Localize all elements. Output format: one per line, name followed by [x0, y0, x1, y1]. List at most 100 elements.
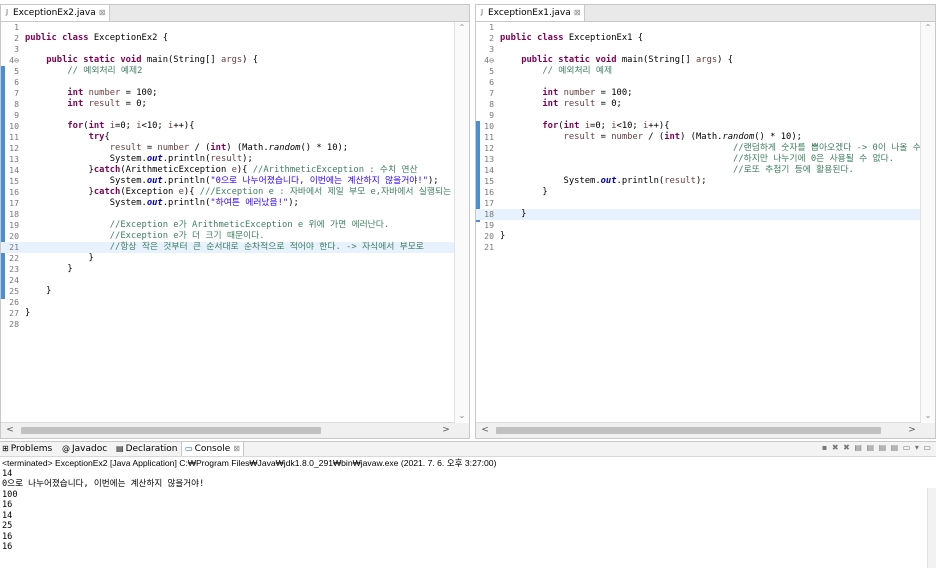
code-line[interactable]: 10 for(int i=0; i<10; i++){	[476, 121, 921, 132]
code-line[interactable]: 16 }catch(Exception e){ ///Exception e :…	[1, 187, 455, 198]
code-line[interactable]: 14 //로또 추첨기 등에 활용된다.	[476, 165, 921, 176]
line-number: 2	[14, 33, 19, 43]
tab-exceptionex1[interactable]: J ExceptionEx1.java ⊠	[476, 5, 586, 21]
declaration-icon: ▤	[116, 444, 124, 453]
scroll-right-icon[interactable]: >	[905, 423, 919, 438]
console-output: <terminated> ExceptionEx2 [Java Applicat…	[2, 458, 936, 553]
code-line[interactable]: 3	[476, 44, 921, 55]
code-line[interactable]: 12 //랜덤하게 숫자를 뽑아오겠다 -> 0이 나올 수도 있음	[476, 143, 921, 154]
tab-declaration[interactable]: ▤ Declaration	[116, 442, 177, 456]
code-line[interactable]: 21 //항상 작은 것부터 큰 순서대로 순차적으로 적어야 한다. -> 자…	[1, 242, 455, 253]
code-line[interactable]: 18	[1, 209, 455, 220]
code-line[interactable]: 2 public class ExceptionEx1 {	[476, 33, 921, 44]
code-line[interactable]: 17	[476, 198, 921, 209]
code-line[interactable]: 3	[1, 44, 455, 55]
code-line[interactable]: 8 int result = 0;	[1, 99, 455, 110]
code-line[interactable]: 5 // 예외처리 예제2	[1, 66, 455, 77]
code-line[interactable]: 8 int result = 0;	[476, 99, 921, 110]
code-text: //랜덤하게 숫자를 뽑아오겠다 -> 0이 나올 수도 있음	[733, 143, 921, 153]
scroll-down-icon[interactable]: ⌄	[455, 410, 469, 422]
code-line[interactable]: 2 public class ExceptionEx2 {	[1, 33, 455, 44]
code-line[interactable]: 21	[476, 242, 921, 253]
line-number: 18	[9, 209, 19, 219]
code-line[interactable]: 18 }	[476, 209, 921, 220]
code-line[interactable]: 9	[476, 110, 921, 121]
code-line[interactable]: 23 }	[1, 264, 455, 275]
code-line[interactable]: 27}	[1, 308, 455, 319]
code-line[interactable]: 12 result = number / (int) (Math.random(…	[1, 143, 455, 154]
code-line[interactable]: 15 System.out.println(result);	[476, 176, 921, 187]
code-line[interactable]: 6	[476, 77, 921, 88]
code-line[interactable]: 17 System.out.println("하여튼 에러났음!");	[1, 198, 455, 209]
vertical-scrollbar[interactable]: ⌃ ⌄	[920, 22, 935, 422]
console-icon: ▭	[185, 444, 193, 453]
line-number: 1	[489, 22, 494, 32]
line-number: 3	[489, 44, 494, 54]
code-line[interactable]: 4⊖ public static void main(String[] args…	[476, 55, 921, 66]
close-icon[interactable]: ⊠	[233, 444, 240, 453]
code-line[interactable]: 6	[1, 77, 455, 88]
scroll-thumb[interactable]	[496, 427, 881, 434]
close-icon[interactable]: ⊠	[574, 8, 581, 17]
code-editor[interactable]: 1 2 public class ExceptionEx1 {3 4⊖ public …	[476, 22, 921, 422]
code-line[interactable]: 5 // 예외처리 예제	[476, 66, 921, 77]
tab-problems[interactable]: ⊞ Problems	[2, 442, 52, 456]
code-line[interactable]: 1	[476, 22, 921, 33]
line-number: 9	[489, 110, 494, 120]
code-text: }catch(Exception e){ ///Exception e : 자바…	[25, 187, 452, 197]
scroll-corner	[455, 423, 469, 438]
scroll-up-icon[interactable]: ⌃	[921, 22, 935, 34]
scroll-down-icon[interactable]: ⌄	[921, 410, 935, 422]
scroll-left-icon[interactable]: <	[3, 423, 17, 438]
line-number: 10	[484, 121, 494, 131]
code-text: int number = 100;	[67, 88, 158, 98]
code-text: // 예외처리 예제	[542, 66, 613, 76]
code-line[interactable]: 13 System.out.println(result);	[1, 154, 455, 165]
code-line[interactable]: 14 }catch(ArithmeticException e){ //Arit…	[1, 165, 455, 176]
console-toolbar-icons[interactable]: ▪ ✖ ✖ ▤ ▤ ▤ ▤ ▭ ▾ ▭	[822, 443, 932, 452]
code-line[interactable]: 11 result = number / (int) (Math.random(…	[476, 132, 921, 143]
scroll-right-icon[interactable]: >	[439, 423, 453, 438]
console-line: 16	[2, 531, 13, 542]
vertical-scrollbar[interactable]: ⌃ ⌄	[454, 22, 469, 422]
horizontal-scrollbar[interactable]: < >	[476, 422, 921, 438]
code-line[interactable]: 25 }	[1, 286, 455, 297]
code-line[interactable]: 22 }	[1, 253, 455, 264]
code-line[interactable]: 11 try{	[1, 132, 455, 143]
code-line[interactable]: 19	[476, 220, 921, 231]
code-editor[interactable]: 1 2 public class ExceptionEx2 {3 4⊖ public …	[1, 22, 455, 422]
scroll-left-icon[interactable]: <	[478, 423, 492, 438]
code-text: int result = 0;	[542, 99, 622, 109]
console-scrollbar[interactable]	[927, 488, 936, 568]
code-text: }	[500, 231, 506, 241]
scroll-thumb[interactable]	[21, 427, 321, 434]
line-number: 13	[9, 154, 19, 164]
code-line[interactable]: 16 }	[476, 187, 921, 198]
code-line[interactable]: 20 //Exception e가 더 크기 때문이다.	[1, 231, 455, 242]
code-line[interactable]: 19 //Exception e가 ArithmeticException e …	[1, 220, 455, 231]
code-line[interactable]: 4⊖ public static void main(String[] args…	[1, 55, 455, 66]
code-line[interactable]: 28	[1, 319, 455, 330]
tab-console[interactable]: ▭ Console ⊠	[181, 442, 244, 456]
code-line[interactable]: 15 System.out.println("0으로 나누어졌습니다, 이번에는…	[1, 176, 455, 187]
line-number: 21	[484, 242, 494, 252]
code-line[interactable]: 10 for(int i=0; i<10; i++){	[1, 121, 455, 132]
terminated-status: <terminated> ExceptionEx2 [Java Applicat…	[2, 458, 497, 468]
code-line[interactable]: 13 //하지만 나누기에 0은 사용될 수 없다.	[476, 154, 921, 165]
code-line[interactable]: 9	[1, 110, 455, 121]
code-line[interactable]: 7 int number = 100;	[476, 88, 921, 99]
code-line[interactable]: 26	[1, 297, 455, 308]
close-icon[interactable]: ⊠	[99, 8, 106, 17]
tab-javadoc[interactable]: @ Javadoc	[62, 442, 107, 456]
code-text: //로또 추첨기 등에 활용된다.	[733, 165, 854, 175]
horizontal-scrollbar[interactable]: < >	[1, 422, 455, 438]
code-line[interactable]: 7 int number = 100;	[1, 88, 455, 99]
tab-exceptionex2[interactable]: J ExceptionEx2.java ⊠	[1, 5, 111, 21]
java-file-icon: J	[480, 8, 484, 16]
code-line[interactable]: 1	[1, 22, 455, 33]
code-line[interactable]: 24	[1, 275, 455, 286]
scroll-up-icon[interactable]: ⌃	[455, 22, 469, 34]
code-text: System.out.println("0으로 나누어졌습니다, 이번에는 계산…	[25, 176, 439, 186]
console-line: 14	[2, 468, 13, 479]
code-line[interactable]: 20}	[476, 231, 921, 242]
